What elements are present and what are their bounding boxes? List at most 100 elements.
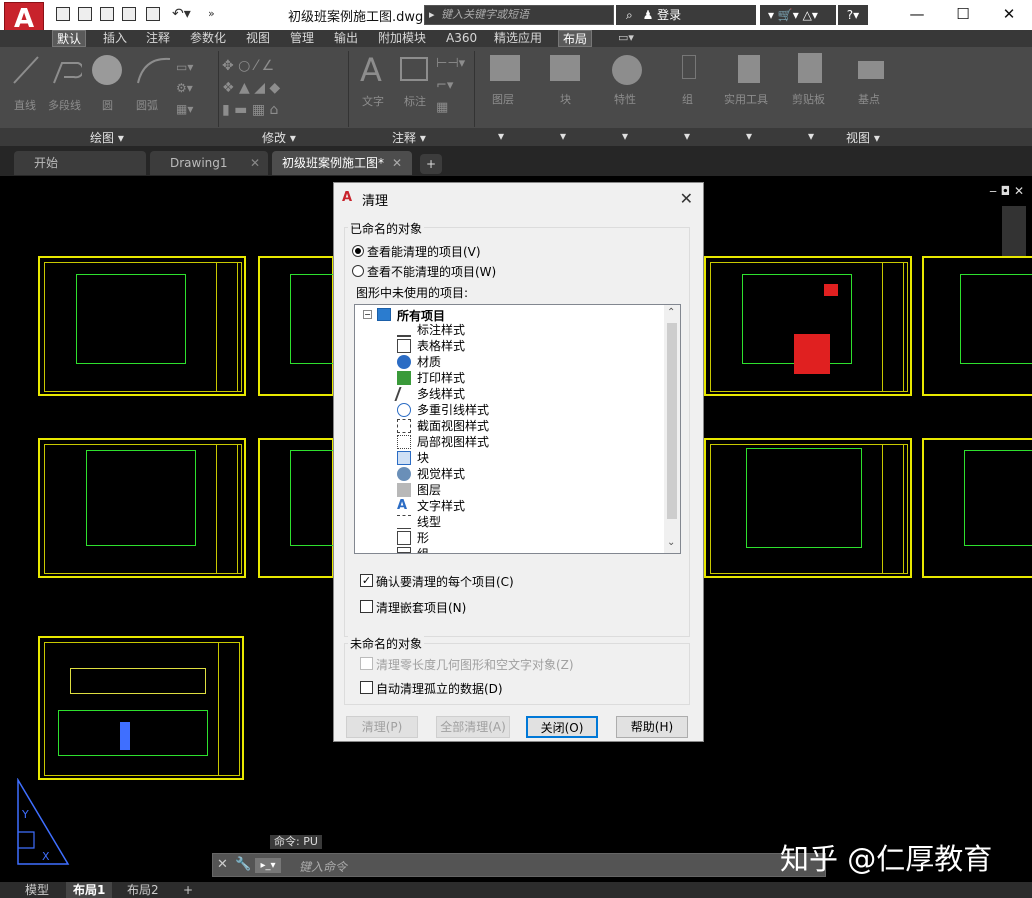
help-button[interactable]: 帮助(H): [616, 716, 688, 738]
tab-layout1[interactable]: 布局1: [66, 882, 113, 898]
close-tab-icon[interactable]: ✕: [250, 151, 260, 175]
nonpurgeable-radio-label[interactable]: 查看不能清理的项目(W): [367, 263, 496, 280]
dialog-close-icon[interactable]: ✕: [680, 189, 693, 208]
close-button[interactable]: ✕: [986, 0, 1032, 30]
minimize-button[interactable]: —: [894, 0, 940, 30]
confirm-each-label[interactable]: 确认要清理的每个项目(C): [376, 573, 514, 590]
text-button[interactable]: 文字: [362, 93, 384, 109]
more-icon[interactable]: »: [208, 7, 215, 20]
draw-small-tools-icon[interactable]: ▭▾ ⚙▾ ▦▾: [176, 57, 212, 121]
close-cmdline-icon[interactable]: ✕: [217, 857, 228, 872]
tree-item-dimension-style[interactable]: 标注样式: [417, 322, 465, 338]
undo-icon[interactable]: ↶▾: [172, 6, 191, 22]
layers-panel-expander[interactable]: ▾: [498, 129, 504, 143]
purge-nested-checkbox[interactable]: [360, 600, 373, 613]
tree-item-section-view-style[interactable]: 截面视图样式: [417, 418, 489, 434]
properties-button[interactable]: 特性: [614, 91, 636, 107]
tab-a360[interactable]: A360: [442, 30, 481, 47]
purge-all-button[interactable]: 全部清理(A): [436, 716, 510, 738]
tree-item-shape[interactable]: 形: [417, 530, 429, 546]
draw-panel-label[interactable]: 绘图 ▾: [90, 129, 124, 146]
purge-button[interactable]: 清理(P): [346, 716, 418, 738]
zero-length-label[interactable]: 清理零长度几何图形和空文字对象(Z): [376, 656, 574, 673]
viewport-controls-icon[interactable]: ‒ ◘ ✕: [989, 184, 1024, 198]
props-panel-expander[interactable]: ▾: [622, 129, 628, 143]
exchange-cart-button[interactable]: ▾ 🛒▾ △▾: [760, 5, 836, 25]
tab-layout[interactable]: 布局: [558, 30, 593, 47]
login-button[interactable]: ⌕ ♟ 登录: [616, 5, 756, 25]
scroll-up-icon[interactable]: ⌃: [667, 307, 675, 318]
tree-scrollbar[interactable]: ⌃ ⌄: [664, 305, 680, 553]
modify-panel-label[interactable]: 修改 ▾: [262, 129, 296, 146]
maximize-button[interactable]: ☐: [940, 0, 986, 30]
help-icon[interactable]: ?▾: [838, 5, 868, 25]
purge-nested-label[interactable]: 清理嵌套项目(N): [376, 599, 466, 616]
open-file-icon[interactable]: [78, 7, 92, 21]
tree-item-mleader-style[interactable]: 多重引线样式: [417, 402, 489, 418]
add-layout-icon[interactable]: +: [176, 882, 200, 898]
print-icon[interactable]: [146, 7, 160, 21]
scroll-down-icon[interactable]: ⌄: [667, 537, 675, 548]
tab-drawing1[interactable]: Drawing1 ✕: [150, 151, 268, 175]
layers-button[interactable]: 图层: [492, 91, 514, 107]
clipboard-panel-expander[interactable]: ▾: [808, 129, 814, 143]
utilities-panel-expander[interactable]: ▾: [746, 129, 752, 143]
block-panel-expander[interactable]: ▾: [560, 129, 566, 143]
new-tab-icon[interactable]: +: [420, 154, 442, 174]
command-input[interactable]: 键入命令: [299, 858, 347, 875]
group-panel-expander[interactable]: ▾: [684, 129, 690, 143]
tree-item-block[interactable]: 块: [417, 450, 429, 466]
utilities-button[interactable]: 实用工具: [724, 91, 768, 107]
customize-wrench-icon[interactable]: 🔧: [235, 857, 251, 872]
purge-tree[interactable]: − 所有项目 标注样式 表格样式 材质 打印样式 多线样式 多重引线样式 截面视…: [354, 304, 681, 554]
tab-insert[interactable]: 插入: [99, 30, 131, 47]
collapse-icon[interactable]: −: [363, 310, 372, 319]
purgeable-radio[interactable]: [352, 245, 364, 257]
tree-item-detail-view-style[interactable]: 局部视图样式: [417, 434, 489, 450]
base-button[interactable]: 基点: [858, 91, 880, 107]
tab-start[interactable]: 开始: [14, 151, 146, 175]
circle-button[interactable]: 圆: [102, 97, 113, 113]
confirm-each-checkbox[interactable]: ✓: [360, 574, 373, 587]
purgeable-radio-label[interactable]: 查看能清理的项目(V): [367, 243, 481, 260]
tree-item-group[interactable]: 组: [417, 546, 429, 553]
polyline-button[interactable]: 多段线: [48, 97, 81, 113]
annotation-small-icon[interactable]: ⊢⊣▾ ⌐▾ ▦: [436, 53, 470, 119]
tab-parametric[interactable]: 参数化: [186, 30, 230, 47]
save-icon[interactable]: [100, 7, 114, 21]
save-as-icon[interactable]: [122, 7, 136, 21]
tab-model[interactable]: 模型: [18, 882, 56, 898]
tree-item-linetype[interactable]: 线型: [417, 514, 441, 530]
tree-item-table-style[interactable]: 表格样式: [417, 338, 465, 354]
modify-tools-icon[interactable]: ✥ ○ ⁄ ∠ ❖ ▲ ◢ ◆ ▮ ▬ ▦ ⌂: [222, 55, 346, 123]
tab-output[interactable]: 输出: [330, 30, 362, 47]
tab-layout2[interactable]: 布局2: [120, 882, 166, 898]
orphan-data-checkbox[interactable]: [360, 681, 373, 694]
scroll-thumb[interactable]: [667, 323, 677, 519]
tab-annotate[interactable]: 注释: [142, 30, 174, 47]
tree-item-material[interactable]: 材质: [417, 354, 441, 370]
nonpurgeable-radio[interactable]: [352, 265, 364, 277]
tree-item-text-style[interactable]: 文字样式: [417, 498, 465, 514]
view-panel-label[interactable]: 视图 ▾: [846, 129, 880, 146]
command-prompt-icon[interactable]: ▸_▾: [255, 858, 281, 873]
tab-manage[interactable]: 管理: [286, 30, 318, 47]
tree-item-plot-style[interactable]: 打印样式: [417, 370, 465, 386]
ribbon-toggle-icon[interactable]: ▭▾: [618, 31, 634, 44]
tree-item-visual-style[interactable]: 视觉样式: [417, 466, 465, 482]
search-input[interactable]: 键入关键字或短语: [424, 5, 614, 25]
dimension-button[interactable]: 标注: [404, 93, 426, 109]
block-button[interactable]: 块: [560, 91, 571, 107]
group-button[interactable]: 组: [682, 91, 693, 107]
zero-length-checkbox[interactable]: [360, 657, 373, 670]
orphan-data-label[interactable]: 自动清理孤立的数据(D): [376, 680, 503, 697]
tree-item-layer[interactable]: 图层: [417, 482, 441, 498]
arc-button[interactable]: 圆弧: [136, 97, 158, 113]
tab-addins[interactable]: 附加模块: [374, 30, 430, 47]
line-button[interactable]: 直线: [14, 97, 36, 113]
tab-current-drawing[interactable]: 初级班案例施工图* ✕: [272, 151, 412, 175]
tab-default[interactable]: 默认: [52, 30, 87, 47]
tree-item-multiline-style[interactable]: 多线样式: [417, 386, 465, 402]
annotation-panel-label[interactable]: 注释 ▾: [392, 129, 426, 146]
close-dialog-button[interactable]: 关闭(O): [526, 716, 598, 738]
